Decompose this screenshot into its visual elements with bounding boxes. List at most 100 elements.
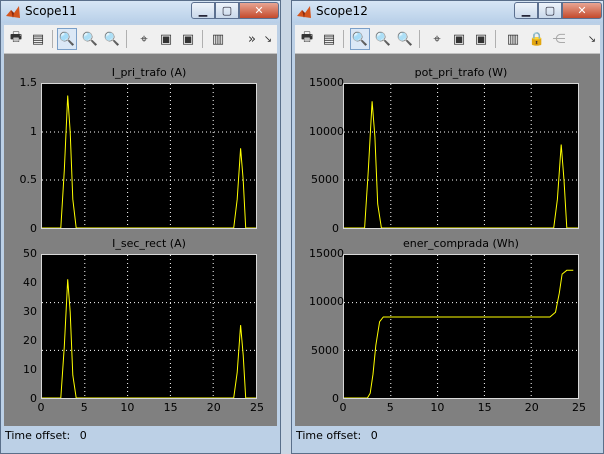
- toolbar: 🖶 ▤ 🔍 🔍 🔍 ⌖ ▣ ▣ ▥ » ↘: [4, 25, 277, 54]
- parameters-icon: ▤: [31, 31, 45, 47]
- lock-icon: 🔒: [528, 31, 546, 47]
- save-axes-button[interactable]: ▣: [156, 28, 176, 50]
- parameters-button[interactable]: ▤: [319, 28, 339, 50]
- lock-axes-button[interactable]: 🔒: [527, 28, 547, 50]
- zoom-x-button[interactable]: 🔍: [80, 28, 100, 50]
- axes-1[interactable]: [41, 83, 257, 229]
- axes-title: I_pri_trafo (A): [111, 66, 187, 79]
- axes-2[interactable]: [343, 254, 579, 399]
- autoscale-button[interactable]: ⌖: [427, 28, 447, 50]
- signal-trace: [344, 101, 578, 228]
- x-tick-label: 0: [339, 401, 347, 414]
- y-tick-label: 15000: [309, 247, 344, 260]
- zoom-y-icon: 🔍: [396, 31, 414, 47]
- autoscale-button[interactable]: ⌖: [134, 28, 154, 50]
- zoom-x-icon: 🔍: [374, 31, 392, 47]
- restore-axes-button[interactable]: ▣: [178, 28, 198, 50]
- signal-trace: [42, 279, 256, 398]
- x-tick-label: 5: [80, 401, 88, 414]
- time-offset-value: 0: [370, 429, 378, 442]
- caption-buttons: ▁ ▢ ✕: [191, 2, 279, 20]
- restore-axes-icon: ▣: [474, 31, 488, 47]
- chevron-down-icon: ↘: [587, 33, 597, 45]
- axes-2[interactable]: [41, 254, 257, 399]
- toolbar-separator: [495, 30, 496, 48]
- scope11-window: Scope11 ▁ ▢ ✕ 🖶 ▤ 🔍 🔍 🔍 ⌖ ▣ ▣ ▥ » ↘ I_pr…: [0, 0, 281, 454]
- floating-scope-button[interactable]: ▥: [208, 28, 228, 50]
- y-tick-label: 10000: [309, 295, 344, 309]
- parameters-button[interactable]: ▤: [28, 28, 48, 50]
- axes-title: pot_pri_trafo (W): [414, 66, 508, 79]
- window-title: Scope12: [316, 4, 368, 18]
- y-tick-label: 0.5: [19, 173, 38, 187]
- toolbar-separator: [202, 30, 203, 48]
- close-button[interactable]: ✕: [239, 2, 279, 19]
- restore-axes-icon: ▣: [181, 31, 195, 47]
- signal-trace: [344, 269, 574, 398]
- toolbar-overflow-button[interactable]: »: [244, 28, 260, 50]
- parameters-icon: ▤: [322, 31, 336, 47]
- x-tick-label: 25: [250, 401, 264, 414]
- y-tick-label: 1.5: [19, 76, 38, 89]
- y-tick-label: 50: [23, 247, 37, 260]
- y-tick-label: 10000: [309, 124, 344, 138]
- zoom-x-button[interactable]: 🔍: [373, 28, 393, 50]
- zoom-icon: 🔍: [351, 31, 369, 47]
- axes-title: I_sec_rect (A): [112, 237, 186, 250]
- minimize-button[interactable]: ▁: [514, 2, 538, 19]
- close-button[interactable]: ✕: [562, 2, 602, 19]
- maximize-button[interactable]: ▢: [538, 2, 562, 19]
- printer-icon: 🖶: [300, 30, 314, 45]
- zoom-y-button[interactable]: 🔍: [395, 28, 415, 50]
- print-button[interactable]: 🖶: [297, 28, 317, 50]
- print-button[interactable]: 🖶: [6, 28, 26, 50]
- restore-axes-button[interactable]: ▣: [471, 28, 491, 50]
- plot-area: pot_pri_trafo (W) ener_comprada (Wh) 0 50…: [295, 54, 600, 426]
- x-tick-label: 0: [37, 401, 45, 414]
- floating-scope-button[interactable]: ▥: [503, 28, 523, 50]
- zoom-x-icon: 🔍: [81, 31, 99, 47]
- save-axes-icon: ▣: [159, 31, 173, 47]
- title-bar[interactable]: Scope12 ▁ ▢ ✕: [292, 1, 603, 23]
- minimize-button[interactable]: ▁: [191, 2, 215, 19]
- signal-selection-icon: ⋲: [552, 31, 566, 47]
- signal-selection-button[interactable]: ⋲: [549, 28, 569, 50]
- printer-icon: 🖶: [9, 30, 23, 45]
- axes-1[interactable]: [343, 83, 579, 229]
- y-tick-label: 15000: [309, 76, 344, 89]
- title-bar[interactable]: Scope11 ▁ ▢ ✕: [1, 1, 280, 23]
- y-tick-label: 5000: [311, 173, 339, 187]
- zoom-icon: 🔍: [58, 31, 76, 47]
- save-axes-button[interactable]: ▣: [449, 28, 469, 50]
- x-tick-label: 20: [524, 401, 539, 414]
- caption-buttons: ▁ ▢ ✕: [514, 2, 602, 20]
- toolbar-separator: [419, 30, 420, 48]
- plot-area: I_pri_trafo (A) I_sec_rect (A) 0 0.5 1 1.5 0…: [4, 54, 277, 426]
- time-offset-label: Time offset:: [5, 429, 71, 442]
- toolbar-separator: [52, 30, 53, 48]
- binoculars-icon: ⌖: [140, 31, 148, 47]
- window-title: Scope11: [25, 4, 77, 18]
- x-tick-label: 25: [572, 401, 586, 414]
- toolbar-separator: [343, 30, 344, 48]
- x-tick-label: 10: [120, 401, 135, 414]
- status-bar: Time offset: 0: [296, 429, 384, 442]
- chevron-down-icon: ↘: [263, 33, 273, 45]
- axes-title: ener_comprada (Wh): [403, 237, 519, 250]
- zoom-y-icon: 🔍: [103, 31, 121, 47]
- y-tick-label: 0: [332, 222, 339, 235]
- x-tick-label: 10: [430, 401, 445, 414]
- maximize-button[interactable]: ▢: [215, 2, 239, 19]
- toolbar-options-button[interactable]: ↘: [261, 28, 275, 50]
- zoom-button[interactable]: 🔍: [57, 28, 77, 50]
- y-tick-label: 5000: [311, 343, 339, 357]
- y-tick-label: 0: [30, 222, 37, 235]
- toolbar-options-button[interactable]: ↘: [585, 28, 599, 50]
- overflow-icon: »: [248, 31, 256, 47]
- zoom-button[interactable]: 🔍: [350, 28, 370, 50]
- zoom-y-button[interactable]: 🔍: [102, 28, 122, 50]
- time-offset-label: Time offset:: [296, 429, 362, 442]
- matlab-logo-icon: [297, 6, 311, 18]
- floating-scope-icon: ▥: [211, 31, 225, 47]
- status-bar: Time offset: 0: [5, 429, 93, 442]
